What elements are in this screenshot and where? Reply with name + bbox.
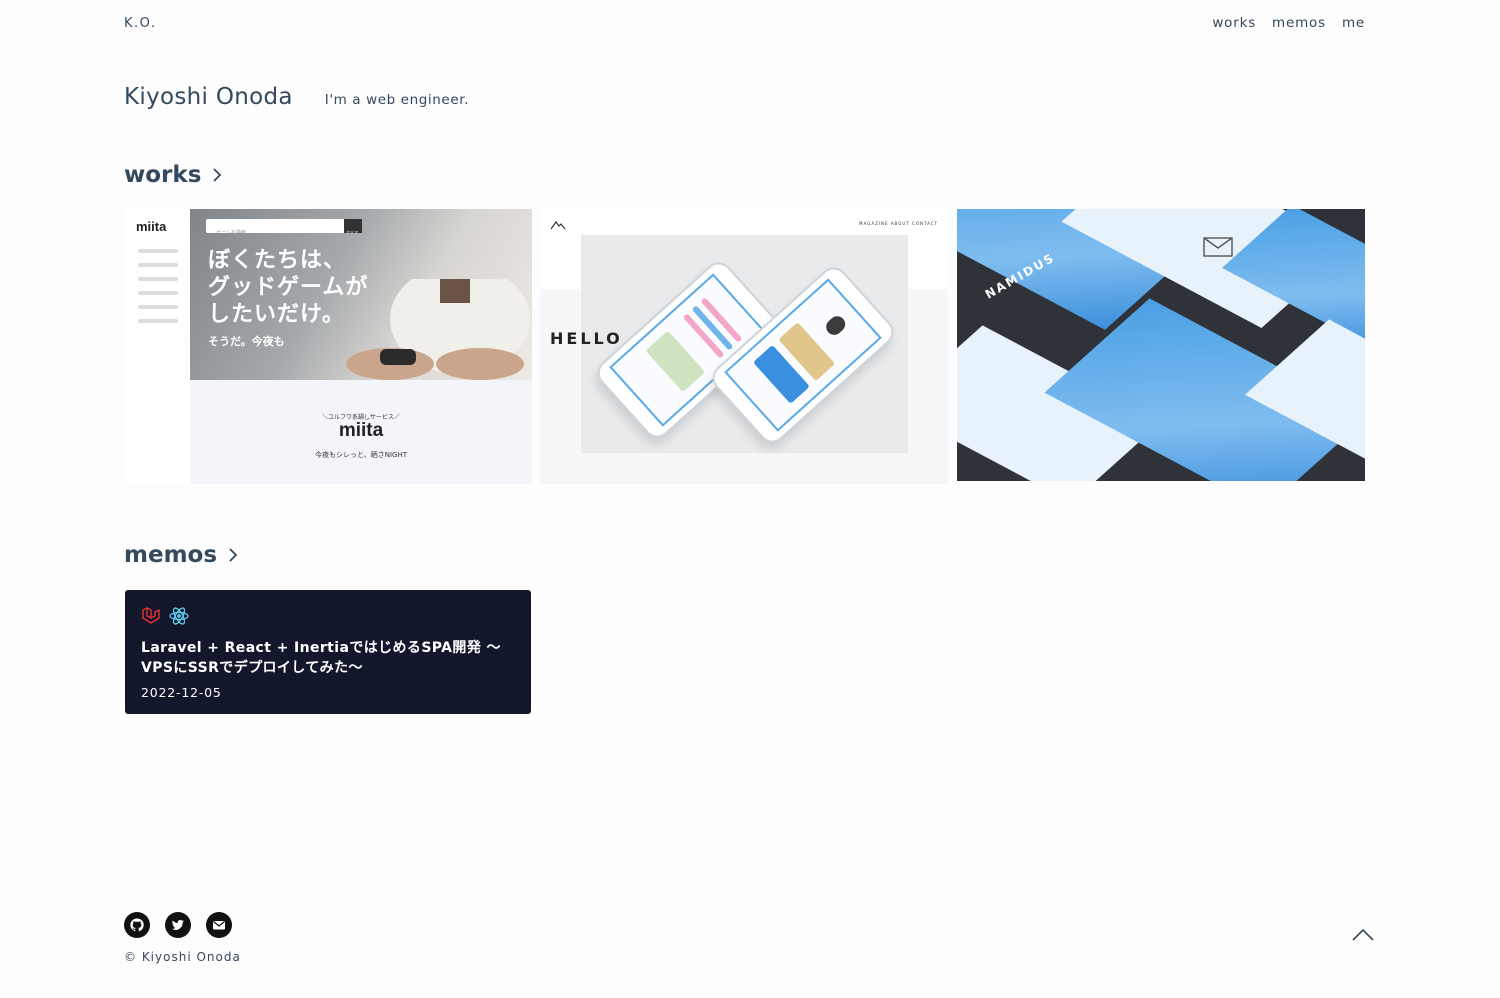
laravel-icon xyxy=(142,607,160,624)
hero-name: Kiyoshi Onoda xyxy=(124,84,293,110)
memo-card[interactable]: Laravel + React + InertiaではじめるSPA開発 〜VPS… xyxy=(125,590,531,714)
twitter-link[interactable] xyxy=(165,912,191,938)
memos-heading: memos xyxy=(124,542,218,568)
nav-memos[interactable]: memos xyxy=(1272,15,1326,31)
mountain-logo-icon xyxy=(550,220,566,230)
chevron-right-icon xyxy=(213,168,222,182)
thumb-logo: miita xyxy=(136,219,167,234)
memos-heading-link[interactable]: memos xyxy=(124,542,239,568)
nav-me[interactable]: me xyxy=(1342,15,1365,31)
mail-link[interactable] xyxy=(206,912,232,938)
social-links xyxy=(124,912,232,938)
github-icon xyxy=(130,918,144,932)
work-thumb-miita[interactable]: miita ゲームを検索 クリア ぼくたちは、 グッドゲームが したいだけ。 そ… xyxy=(124,209,532,484)
thumb-lower-panel: ＼ユルフワ系鍋しサービス／ miita 今夜もシレっと、晒さNIGHT xyxy=(190,380,532,484)
site-brand[interactable]: K.O. xyxy=(124,16,157,31)
memo-title: Laravel + React + InertiaではじめるSPA開発 〜VPS… xyxy=(141,640,501,676)
github-link[interactable] xyxy=(124,912,150,938)
thumb-hello-heading: HELLO xyxy=(550,329,623,348)
thumb-hero-photo: ゲームを検索 クリア ぼくたちは、 グッドゲームが したいだけ。 そうだ。今夜も xyxy=(190,209,532,380)
thumb-sidebar: miita xyxy=(124,209,190,484)
chevron-right-icon xyxy=(229,548,238,562)
work-thumb-namidus[interactable]: NAMIDUS xyxy=(957,209,1365,481)
person-illustration xyxy=(346,279,530,380)
hero-tagline: I'm a web engineer. xyxy=(324,92,470,108)
main-nav: works memos me xyxy=(1212,15,1365,31)
memo-date: 2022-12-05 xyxy=(141,685,222,700)
envelope-icon xyxy=(1203,237,1233,257)
hero: Kiyoshi Onoda I'm a web engineer. xyxy=(124,84,469,110)
back-to-top-icon[interactable] xyxy=(1351,927,1375,943)
thumb-subline: そうだ。今夜も xyxy=(208,335,285,348)
site-header: K.O. works memos me xyxy=(124,13,1365,33)
works-grid: miita ゲームを検索 クリア ぼくたちは、 グッドゲームが したいだけ。 そ… xyxy=(124,209,1365,484)
works-heading: works xyxy=(124,162,202,188)
react-icon xyxy=(169,607,189,625)
twitter-icon xyxy=(171,919,184,930)
nav-works[interactable]: works xyxy=(1212,15,1256,31)
copyright: © Kiyoshi Onoda xyxy=(124,950,241,964)
thumb-search-field: ゲームを検索 xyxy=(206,219,362,236)
thumb-nav: MAGAZINE ABOUT CONTACT xyxy=(859,221,938,226)
work-thumb-hello[interactable]: MAGAZINE ABOUT CONTACT HELLO xyxy=(540,209,948,484)
thumb-search-button: クリア xyxy=(344,219,362,235)
memo-tech-icons xyxy=(141,606,515,626)
mail-icon xyxy=(213,921,225,930)
works-heading-link[interactable]: works xyxy=(124,162,223,188)
